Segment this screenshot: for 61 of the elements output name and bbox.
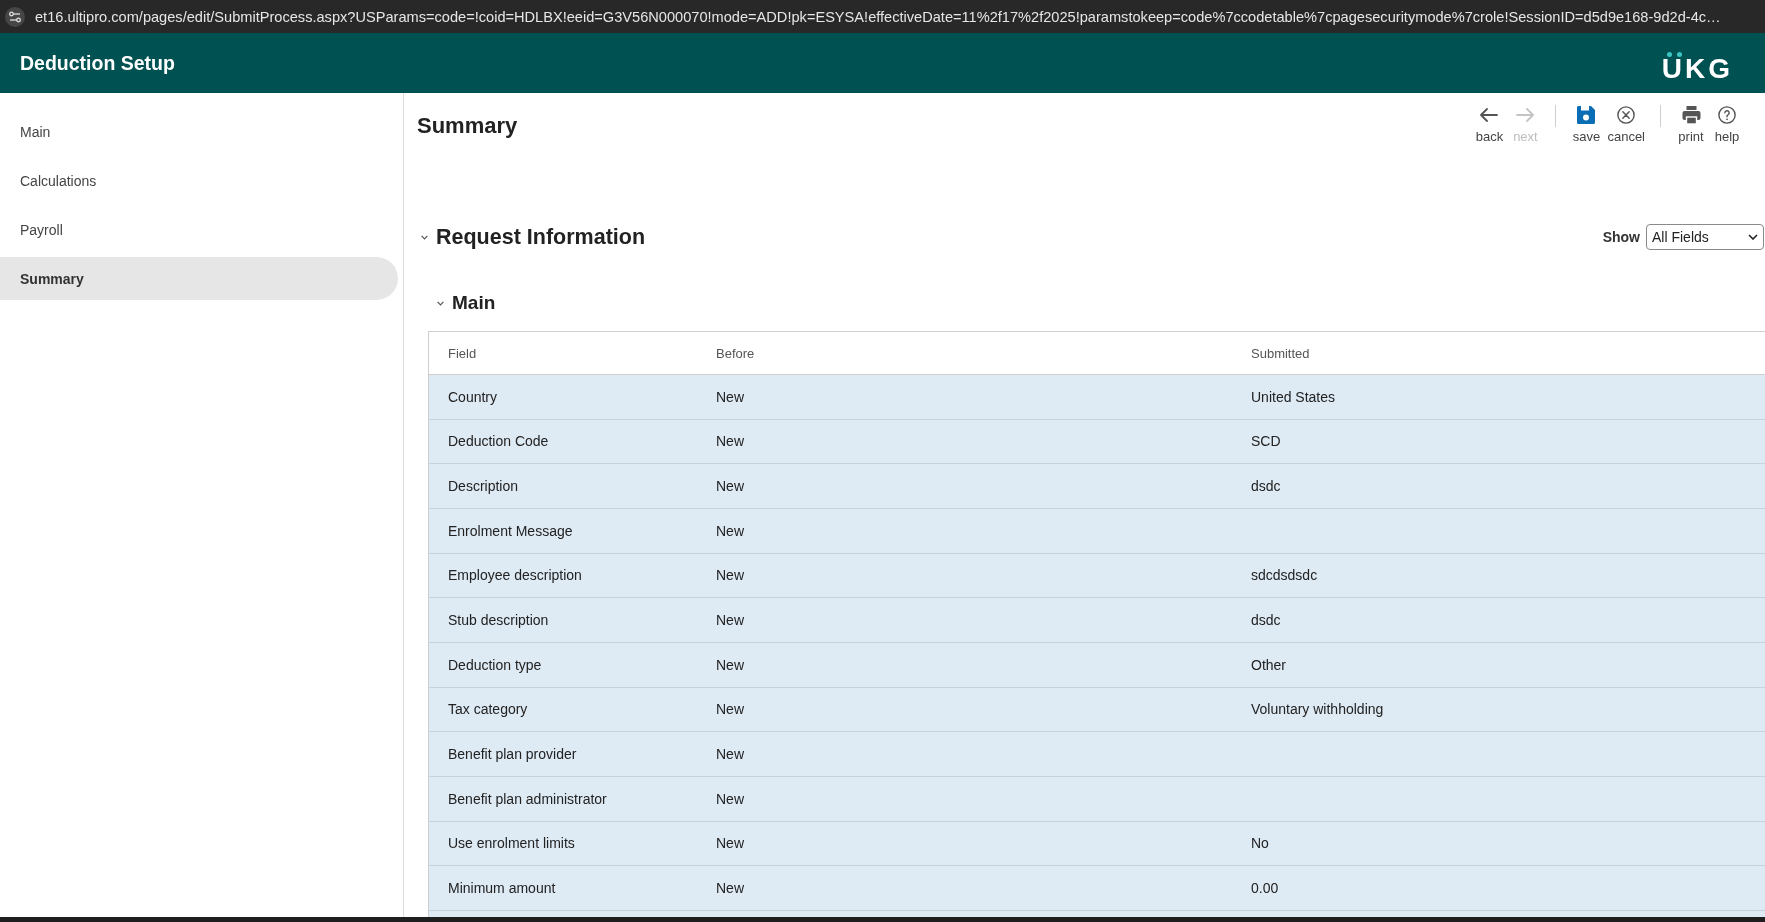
sliders-icon[interactable] bbox=[5, 6, 25, 27]
table-cell-text: SCD bbox=[1250, 433, 1282, 450]
table-cell-text: 0.00 bbox=[1250, 880, 1280, 897]
table-cell-text: Stub description bbox=[447, 612, 550, 629]
table-cell-text: New bbox=[715, 567, 745, 584]
table-cell-text: Minimum amount bbox=[447, 880, 557, 897]
table-cell-text: Country bbox=[447, 388, 499, 405]
sidebar-item[interactable]: Summary bbox=[0, 257, 398, 300]
table-cell-text: New bbox=[715, 612, 745, 629]
table-cell-text: dsdc bbox=[1250, 478, 1282, 495]
table-cell-text: Deduction type bbox=[447, 656, 543, 673]
print-button[interactable]: print bbox=[1673, 106, 1709, 144]
table-cell-text: Use enrolment limits bbox=[447, 835, 576, 852]
arrow-left-icon bbox=[1480, 106, 1499, 124]
table-cell-text: Employee description bbox=[447, 567, 583, 584]
sidebar-item[interactable]: Main bbox=[0, 110, 398, 153]
circle-x-icon bbox=[1617, 106, 1636, 124]
caret-icon bbox=[1748, 234, 1758, 240]
table-cell-text: Other bbox=[1250, 656, 1287, 673]
page-title: Summary bbox=[417, 113, 518, 139]
column-header: Before bbox=[715, 345, 756, 361]
chevron-down-icon[interactable] bbox=[437, 300, 444, 306]
table-cell-text: dsdc bbox=[1250, 612, 1282, 629]
table-cell-text: New bbox=[715, 656, 745, 673]
arrow-right-icon bbox=[1516, 106, 1535, 124]
table-cell-text: New bbox=[715, 388, 745, 405]
table-cell-text: New bbox=[715, 746, 745, 763]
table-cell-text: Description bbox=[447, 478, 520, 495]
chevron-down-icon[interactable] bbox=[421, 234, 428, 240]
dropdown[interactable]: All Fields bbox=[1646, 224, 1764, 250]
table-cell-text: Voluntary withholding bbox=[1250, 701, 1385, 718]
app-title: Deduction Setup bbox=[20, 51, 175, 75]
table-cell-text: Deduction Code bbox=[447, 433, 550, 450]
column-header: Field bbox=[447, 345, 478, 361]
subsection-title: Main bbox=[452, 292, 496, 314]
table-cell-text: New bbox=[715, 835, 745, 852]
sidebar-item[interactable]: Payroll bbox=[0, 208, 398, 251]
column-header: Submitted bbox=[1250, 345, 1311, 361]
logo: UKG bbox=[1661, 52, 1733, 80]
back-button[interactable]: back bbox=[1471, 106, 1508, 144]
printer-icon bbox=[1681, 106, 1701, 124]
table-cell-text: United States bbox=[1250, 388, 1337, 405]
save-button[interactable]: save bbox=[1568, 106, 1605, 144]
table-cell-text: New bbox=[715, 478, 745, 495]
table-cell-text: New bbox=[715, 790, 745, 807]
table-cell-text: New bbox=[715, 880, 745, 897]
table-cell-text: New bbox=[715, 522, 745, 539]
table-cell-text: New bbox=[715, 701, 745, 718]
table-cell-text: sdcdsdsdc bbox=[1250, 567, 1319, 584]
help-icon bbox=[1718, 106, 1736, 124]
table-cell-text: No bbox=[1250, 835, 1270, 852]
sidebar-item[interactable]: Calculations bbox=[0, 159, 398, 202]
section-title: Request Information bbox=[436, 224, 646, 250]
table-cell-text: Benefit plan administrator bbox=[447, 790, 608, 807]
table-cell-text: Tax category bbox=[447, 701, 529, 718]
cancel-button[interactable]: cancel bbox=[1604, 106, 1648, 144]
table-cell-text: New bbox=[715, 433, 745, 450]
table-cell-text: Enrolment Message bbox=[447, 522, 574, 539]
help-button[interactable]: help bbox=[1709, 106, 1745, 144]
filter-label: Show bbox=[1602, 229, 1640, 245]
table-cell-text: Benefit plan provider bbox=[447, 746, 578, 763]
